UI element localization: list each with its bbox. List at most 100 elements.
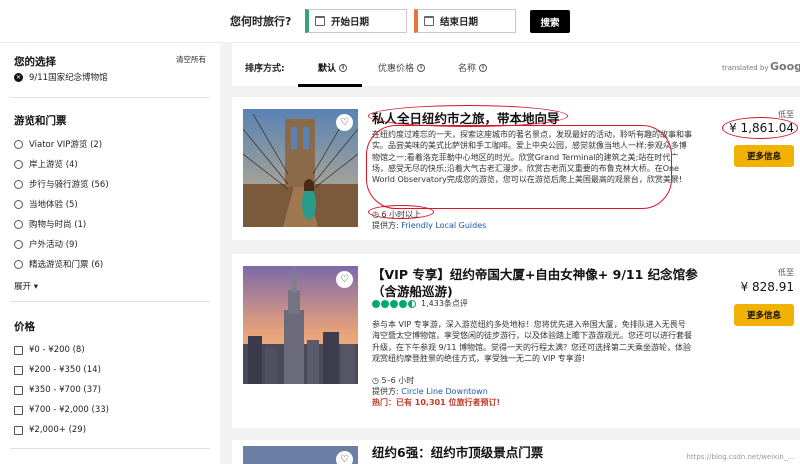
option-label: Viator VIP游览 (2) [29, 140, 103, 150]
sort-bar: 排序方式: 默认i 优惠价格i 名称i translated by Google [232, 42, 800, 87]
checkbox[interactable] [14, 365, 23, 375]
divider [10, 448, 210, 449]
clock-icon: ◷ [372, 376, 379, 385]
price-option[interactable]: ¥350 - ¥700 (37) [14, 385, 101, 395]
tour-duration: ◷ 5–6 小时 [372, 375, 414, 386]
tour-title[interactable]: 纽约6强：纽约市顶级景点门票 [372, 444, 692, 461]
duration-annotation [368, 205, 434, 219]
clear-all-link[interactable]: 清空所有 [176, 54, 206, 65]
checkbox[interactable] [14, 405, 23, 415]
translated-by-label: translated by [722, 64, 769, 72]
price-heading: 价格 [14, 321, 35, 333]
tour-provider: 提供方: Friendly Local Guides [372, 220, 486, 231]
divider [10, 97, 210, 98]
price-option[interactable]: ¥2,000+ (29) [14, 425, 86, 435]
provider-link[interactable]: Circle Line Downtown [401, 387, 488, 396]
expand-link[interactable]: 展开 ▾ [14, 280, 38, 292]
calendar-icon [315, 16, 325, 26]
price-annotation [722, 117, 798, 139]
option-label: 步行与骑行游览 (56) [29, 180, 109, 190]
checkbox[interactable] [14, 425, 23, 435]
radio-button[interactable] [14, 239, 23, 249]
remove-filter-icon[interactable]: ✕ [14, 72, 23, 82]
radio-button[interactable] [14, 219, 23, 229]
heart-icon[interactable]: ♡ [336, 271, 353, 288]
option-label: 户外活动 (9) [29, 240, 78, 250]
tour-option[interactable]: 当地体验 (5) [14, 198, 78, 210]
price-option[interactable]: ¥700 - ¥2,000 (33) [14, 405, 109, 415]
radio-button[interactable] [14, 179, 23, 189]
radio-button[interactable] [14, 199, 23, 209]
more-info-button[interactable]: 更多信息 [734, 304, 794, 326]
tour-card[interactable]: ♡ 私人全日纽约市之旅，带本地向导 在纽约度过难忘的一天，探索这座城市的著名景点… [232, 97, 800, 240]
watermark: https://blog.csdn.net/weixin_... [686, 453, 794, 461]
tour-option[interactable]: 户外活动 (9) [14, 238, 78, 250]
tour-provider: 提供方: Circle Line Downtown [372, 386, 488, 397]
provider-label: 提供方: [372, 221, 399, 230]
divider [10, 301, 210, 302]
end-date-field[interactable]: 结束日期 [414, 9, 516, 33]
more-info-button[interactable]: 更多信息 [734, 145, 794, 167]
checkbox[interactable] [14, 385, 23, 395]
provider-link[interactable]: Friendly Local Guides [401, 221, 486, 230]
search-bar: 您何时旅行? 开始日期 结束日期 搜索 [0, 0, 800, 42]
tour-option[interactable]: 岸上游览 (4) [14, 158, 78, 170]
tour-option[interactable]: 购物与时尚 (1) [14, 218, 86, 230]
chevron-down-icon: ▾ [33, 282, 38, 292]
filter-sidebar: 您的选择 清空所有 ✕ 9/11国家纪念博物馆 游览和门票 Viator VIP… [0, 42, 220, 464]
rating-bubbles: 1,433条点评 [372, 298, 468, 309]
option-label: ¥200 - ¥350 (14) [29, 365, 101, 375]
heart-icon[interactable]: ♡ [336, 114, 353, 131]
option-label: ¥0 - ¥200 (8) [29, 345, 85, 355]
tour-photo-brooklyn-bridge[interactable]: ♡ [243, 109, 358, 227]
tab-best-price[interactable]: 优惠价格 i [378, 61, 426, 74]
selected-filter-label: 9/11国家纪念博物馆 [29, 73, 108, 83]
popularity-note: 热门：已有 10,301 位旅行者预订! [372, 398, 501, 407]
expand-label: 展开 [14, 282, 32, 292]
price-option[interactable]: ¥0 - ¥200 (8) [14, 345, 85, 355]
price-from-label: 低至 [778, 268, 794, 277]
selected-filter[interactable]: ✕ 9/11国家纪念博物馆 [14, 71, 108, 83]
tour-photo-empire-state[interactable]: ♡ [243, 266, 358, 384]
tour-description: 参与本 VIP 专享游，深入游览纽约多处地标！您将优先进入帝国大厦，免排队进入无… [372, 320, 692, 363]
description-annotation [366, 125, 672, 209]
info-icon: i [417, 63, 426, 72]
tours-heading: 游览和门票 [14, 115, 67, 127]
checkbox[interactable] [14, 345, 23, 355]
heart-icon[interactable]: ♡ [336, 451, 353, 464]
option-label: 岸上游览 (4) [29, 160, 78, 170]
search-button[interactable]: 搜索 [530, 10, 570, 33]
provider-label: 提供方: [372, 387, 399, 396]
tour-option[interactable]: 精选游览和门票 (6) [14, 258, 103, 270]
info-icon: i [339, 63, 348, 72]
info-icon: i [479, 63, 488, 72]
rating-dot [390, 299, 398, 308]
review-count[interactable]: 1,433条点评 [421, 298, 468, 309]
travel-date-prompt: 您何时旅行? [230, 15, 292, 28]
rating-dot [381, 299, 389, 308]
option-label: 购物与时尚 (1) [29, 220, 87, 230]
start-date-field[interactable]: 开始日期 [305, 9, 407, 33]
tour-price: ¥ 828.91 [740, 280, 794, 294]
tour-option[interactable]: 步行与骑行游览 (56) [14, 178, 109, 190]
tour-card[interactable]: ♡ 【VIP 专享】纽约帝国大厦+自由女神像+ 9/11 纪念馆参（含游船巡游)… [232, 254, 800, 428]
rating-dot [399, 299, 407, 308]
google-logo: Google [770, 60, 800, 73]
price-option[interactable]: ¥200 - ¥350 (14) [14, 365, 101, 375]
calendar-icon [424, 16, 434, 26]
radio-button[interactable] [14, 159, 23, 169]
tab-name[interactable]: 名称 i [458, 61, 488, 74]
tab-label: 优惠价格 [378, 64, 415, 74]
radio-button[interactable] [14, 139, 23, 149]
duration-label: 5–6 小时 [381, 376, 415, 385]
tour-card[interactable]: ♡ 纽约6强：纽约市顶级景点门票 https://blog.csdn.net/w… [232, 440, 800, 464]
tour-title[interactable]: 【VIP 专享】纽约帝国大厦+自由女神像+ 9/11 纪念馆参（含游船巡游) [372, 266, 702, 300]
tour-option[interactable]: Viator VIP游览 (2) [14, 138, 102, 150]
tab-label: 名称 [458, 64, 477, 74]
tab-default[interactable]: 默认 i [318, 61, 348, 74]
tour-photo[interactable]: ♡ [243, 446, 358, 464]
option-label: ¥350 - ¥700 (37) [29, 385, 101, 395]
rating-dot [408, 299, 416, 308]
radio-button[interactable] [14, 259, 23, 269]
selection-heading: 您的选择 [14, 56, 56, 68]
